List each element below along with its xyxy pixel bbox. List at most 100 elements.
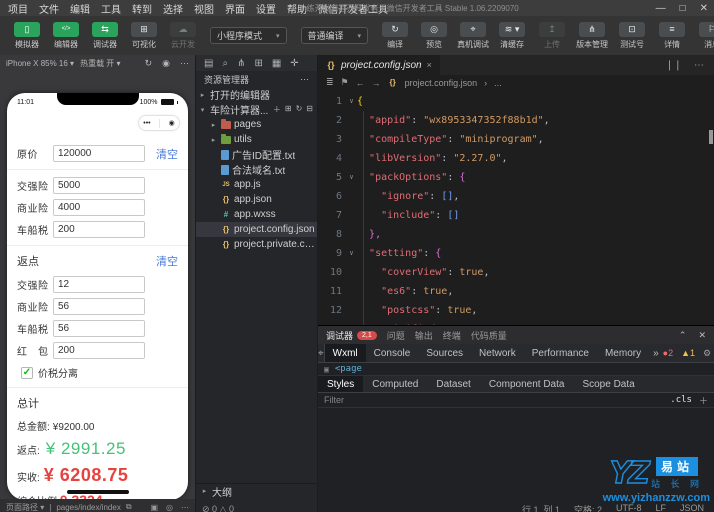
- menu-item-界面[interactable]: 界面: [225, 1, 245, 16]
- fold-icon[interactable]: ∨: [346, 92, 357, 111]
- field-input[interactable]: [53, 276, 145, 293]
- search-icon[interactable]: ⌕: [222, 58, 228, 69]
- tree-item-广告ID配置.txt[interactable]: 广告ID配置.txt: [196, 147, 317, 162]
- new-file-icon[interactable]: ＋: [273, 104, 281, 115]
- tab-scope-data[interactable]: Scope Data: [573, 376, 643, 392]
- tb-编译-button[interactable]: ↻ 编译: [378, 21, 412, 50]
- menu-item-文件[interactable]: 文件: [39, 1, 59, 16]
- close-button[interactable]: ✕: [700, 3, 708, 14]
- tab-dataset[interactable]: Dataset: [427, 376, 479, 392]
- menu-item-转到[interactable]: 转到: [132, 1, 152, 16]
- mode-select[interactable]: 小程序模式 ▾: [210, 27, 287, 44]
- hand-icon[interactable]: ✛: [290, 58, 298, 69]
- tb-版本管理-button[interactable]: ⋔ 版本管理: [575, 21, 609, 50]
- clear-price-link[interactable]: 清空: [156, 146, 178, 162]
- minimize-button[interactable]: —: [656, 3, 666, 14]
- forward-icon[interactable]: →: [372, 78, 381, 88]
- tree-item-utils[interactable]: ▸ utils: [196, 132, 317, 147]
- capsule-more-icon[interactable]: •••: [143, 120, 150, 127]
- tree-item-app.json[interactable]: {} app.json: [196, 192, 317, 207]
- tb-真机调试-button[interactable]: ⌖ 真机调试: [456, 21, 490, 50]
- menu-item-视图[interactable]: 视图: [194, 1, 214, 16]
- code-editor[interactable]: 1 ∨{2 "appid": "wx8953347352f88b1d", 3 "co…: [318, 90, 714, 325]
- tree-item-app.wxss[interactable]: # app.wxss: [196, 207, 317, 222]
- back-icon[interactable]: ←: [356, 78, 365, 88]
- preview-icon[interactable]: ▦: [272, 58, 281, 69]
- filter-input[interactable]: Filter: [324, 395, 344, 405]
- refresh-icon[interactable]: ↻: [296, 104, 303, 115]
- tab-终端[interactable]: 终端: [443, 329, 461, 342]
- tb-上传-button[interactable]: ↥ 上传: [535, 21, 569, 50]
- tb-编辑器-button[interactable]: </> 编辑器: [49, 21, 83, 50]
- tab-console[interactable]: Console: [366, 344, 419, 362]
- tab-performance[interactable]: Performance: [524, 344, 597, 362]
- extensions-icon[interactable]: ⊞: [254, 58, 262, 69]
- tb-消息-button[interactable]: ⚐ 消息: [695, 21, 714, 50]
- new-folder-icon[interactable]: ⊞: [285, 104, 292, 115]
- close-tab-icon[interactable]: ×: [427, 60, 432, 70]
- tab-问题[interactable]: 问题: [387, 329, 405, 342]
- tab-memory[interactable]: Memory: [597, 344, 649, 362]
- field-input[interactable]: [53, 199, 145, 216]
- tab-network[interactable]: Network: [471, 344, 524, 362]
- more-icon[interactable]: ···: [300, 74, 309, 84]
- tree-item-project.private.config.js...[interactable]: {} project.private.config.js...: [196, 237, 317, 252]
- collapse-icon[interactable]: ⌃: [679, 330, 687, 341]
- copy-path-icon[interactable]: ⧉: [126, 502, 132, 512]
- status-item[interactable]: JSON: [680, 503, 704, 512]
- outline-section[interactable]: ▸ 大纲: [196, 483, 317, 499]
- tree-item-车险计算器...[interactable]: ▾ 车险计算器... ＋ ⊞ ↻ ⊟: [196, 102, 317, 117]
- tree-item-pages[interactable]: ▸ pages: [196, 117, 317, 132]
- tab-computed[interactable]: Computed: [363, 376, 427, 392]
- fold-icon[interactable]: ∨: [346, 168, 357, 187]
- tree-item-project.config.json[interactable]: {} project.config.json: [196, 222, 317, 237]
- files-icon[interactable]: ▤: [204, 58, 213, 69]
- tb-可视化-button[interactable]: ⊞ 可视化: [127, 21, 161, 50]
- wxml-tree-strip[interactable]: ▣ <page: [318, 363, 714, 376]
- problems-counter[interactable]: ⊘ 0 △ 0: [202, 504, 234, 512]
- checkbox-checked-icon[interactable]: ✓: [21, 366, 33, 379]
- gear-icon[interactable]: ⚙: [703, 348, 711, 359]
- more-icon[interactable]: ⋯: [180, 58, 189, 69]
- field-input[interactable]: [53, 342, 145, 359]
- vconsole-icon[interactable]: ▣: [150, 503, 158, 512]
- tab-代码质量[interactable]: 代码质量: [471, 329, 507, 342]
- tab-styles[interactable]: Styles: [318, 376, 364, 392]
- tb-测试号-button[interactable]: ⊡ 测试号: [615, 21, 649, 50]
- status-item[interactable]: LF: [655, 503, 666, 512]
- fold-icon[interactable]: ∨: [346, 244, 357, 263]
- tb-云开发-button[interactable]: ☁ 云开发: [166, 21, 200, 50]
- tree-item-打开的编辑器[interactable]: ▸ 打开的编辑器: [196, 87, 317, 102]
- source-control-icon[interactable]: ⋔: [237, 58, 245, 69]
- field-input[interactable]: [53, 298, 145, 315]
- tree-item-合法域名.txt[interactable]: 合法域名.txt: [196, 162, 317, 177]
- page-path-select[interactable]: 页面路径 ▾: [6, 502, 44, 512]
- status-item[interactable]: UTF-8: [616, 503, 642, 512]
- tb-预览-button[interactable]: ◎ 预览: [417, 21, 451, 50]
- compile-mode-select[interactable]: 普通编译 ▾: [300, 27, 369, 44]
- menu-item-编辑[interactable]: 编辑: [70, 1, 90, 16]
- field-input[interactable]: [53, 221, 145, 238]
- bookmark-icon[interactable]: ⚑: [341, 77, 349, 88]
- breadcrumb-more[interactable]: ...: [494, 78, 502, 88]
- more-icon[interactable]: ⋯: [181, 503, 189, 512]
- field-input[interactable]: [53, 320, 145, 337]
- tb-清缓存-button[interactable]: ≋ ▾ 清缓存: [495, 21, 529, 50]
- capsule-button[interactable]: ••• ◉: [138, 115, 180, 131]
- outline-icon[interactable]: ≣: [326, 77, 334, 88]
- tb-详情-button[interactable]: ≡ 详情: [655, 21, 689, 50]
- status-item[interactable]: 空格: 2: [574, 503, 602, 512]
- editor-scrollbar[interactable]: [709, 130, 713, 144]
- tab-wxml[interactable]: Wxml: [324, 344, 366, 362]
- tab-sources[interactable]: Sources: [418, 344, 471, 362]
- price-input[interactable]: [53, 145, 145, 162]
- split-editor-icon[interactable]: ❘❘: [665, 60, 682, 71]
- menu-item-项目[interactable]: 项目: [8, 1, 28, 16]
- cls-toggle[interactable]: .cls: [670, 395, 692, 405]
- record-icon[interactable]: ◉: [162, 58, 170, 69]
- tree-item-app.js[interactable]: JS app.js: [196, 177, 317, 192]
- capsule-target-icon[interactable]: ◉: [169, 119, 175, 127]
- inspect-element-icon[interactable]: ⌖: [318, 344, 325, 362]
- breadcrumb-file[interactable]: project.config.json: [405, 78, 478, 88]
- menu-item-工具[interactable]: 工具: [101, 1, 121, 16]
